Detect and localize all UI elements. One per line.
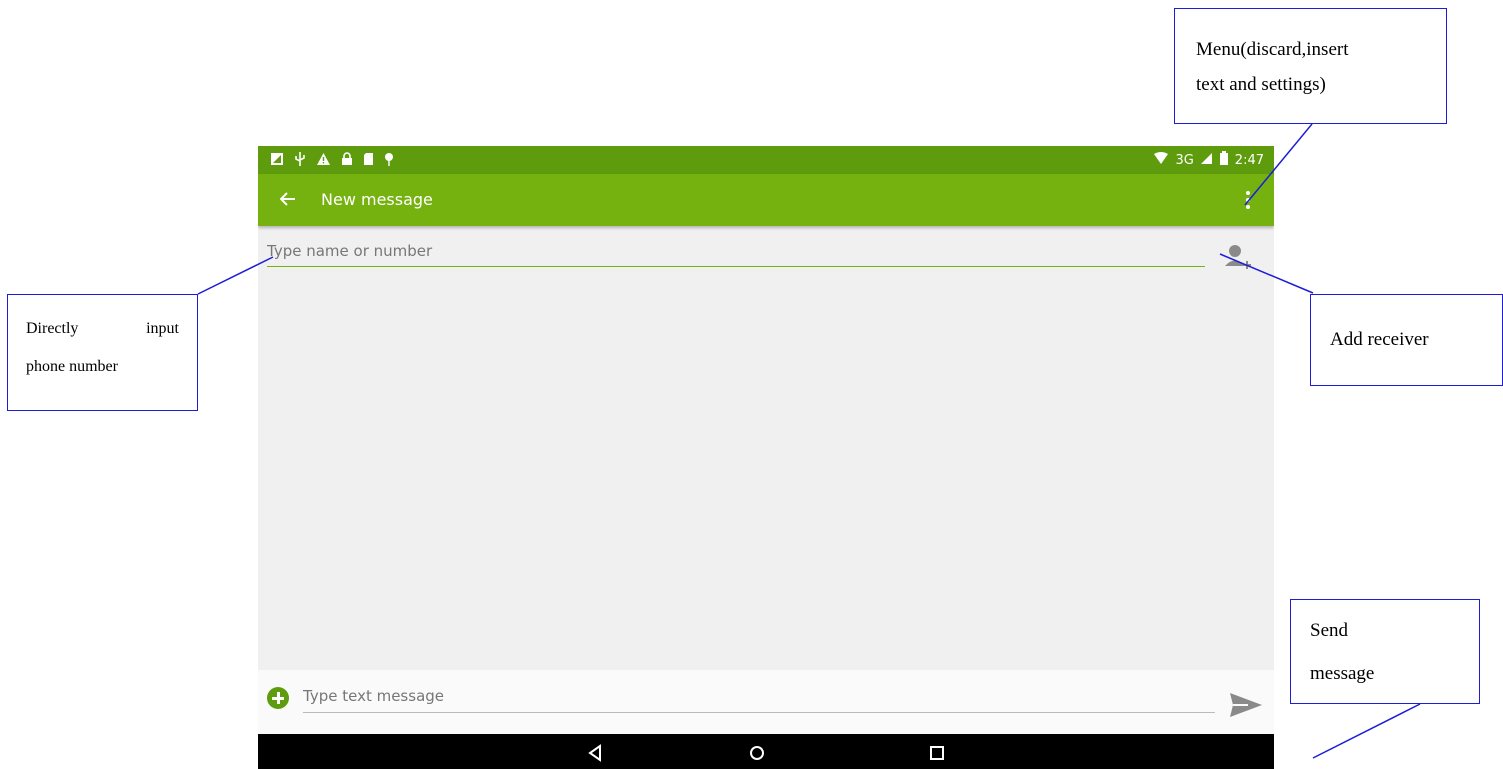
navigation-bar [258,734,1274,769]
add-receiver-callout-text: Add receiver [1330,329,1429,350]
add-contact-icon [1225,245,1251,269]
system-indicators: 3G 2:47 [1153,151,1264,169]
battery-icon [1219,151,1229,169]
sd-card-icon [363,152,374,171]
send-callout: Send message [1290,599,1480,704]
arrow-left-icon [279,189,296,212]
recipient-input[interactable] [267,236,1205,267]
page-title: New message [321,190,433,209]
back-triangle-icon [588,744,601,762]
usb-icon [294,151,306,172]
warning-icon [316,152,331,171]
overflow-menu-button[interactable] [1238,186,1258,214]
home-circle-icon [750,746,764,760]
nav-home-button[interactable] [746,742,768,764]
map-pin-icon [384,152,394,172]
direct-input-line2: phone number [26,358,118,375]
send-callout-line1: Send [1310,620,1348,641]
nav-recents-button[interactable] [926,742,948,764]
network-type: 3G [1175,152,1194,168]
menu-callout-line2: text and settings) [1196,74,1326,95]
direct-input-callout: Directly input phone number [7,294,198,411]
send-icon [1230,693,1262,717]
app-bar: New message [258,174,1274,226]
screenshot-icon [270,152,284,171]
send-button[interactable] [1228,690,1264,720]
signal-icon [1200,152,1213,169]
add-receiver-button[interactable] [1224,242,1254,272]
add-receiver-callout: Add receiver [1310,294,1503,386]
direct-input-word2: input [146,320,179,337]
send-callout-line2: message [1310,663,1375,684]
back-button[interactable] [274,186,302,214]
compose-bar [258,670,1274,734]
recents-square-icon [930,746,944,760]
status-bar: 3G 2:47 [258,146,1274,174]
direct-input-word1: Directly [26,320,79,337]
wifi-icon [1153,151,1169,169]
message-input[interactable] [303,680,1215,713]
menu-callout: Menu(discard,insert text and settings) [1174,8,1447,124]
lock-icon [341,152,353,171]
phone-screen: 3G 2:47 New message [258,146,1274,769]
nav-back-button[interactable] [585,742,607,764]
notification-icons [270,151,394,172]
more-vert-icon [1246,191,1250,195]
clock: 2:47 [1234,152,1264,168]
menu-callout-line1: Menu(discard,insert [1196,39,1349,60]
attach-button[interactable] [267,687,289,709]
